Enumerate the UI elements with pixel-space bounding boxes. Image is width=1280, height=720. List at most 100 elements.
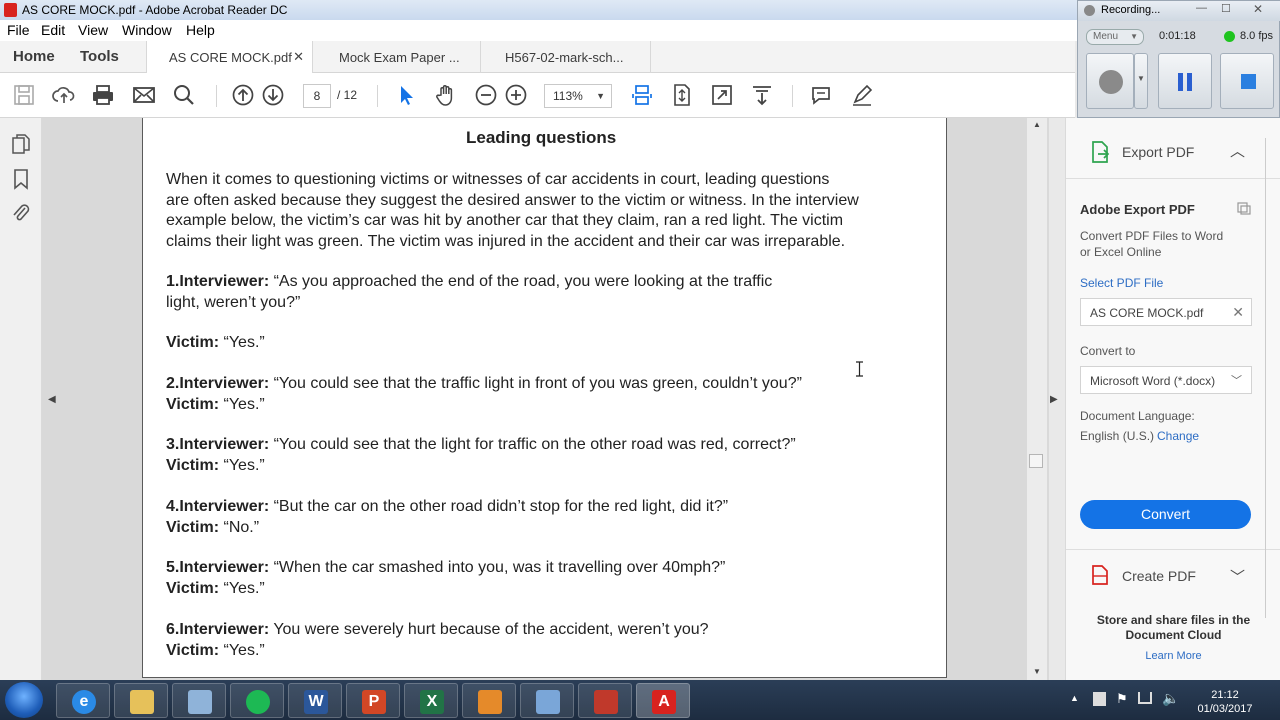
full-screen-icon[interactable]: [710, 83, 734, 107]
nav-tools[interactable]: Tools: [80, 48, 119, 65]
close-icon[interactable]: ✕: [1253, 2, 1263, 16]
tab-mock-exam-paper[interactable]: Mock Exam Paper ...: [313, 41, 481, 73]
minimize-icon[interactable]: —: [1196, 2, 1207, 14]
zoom-level-select[interactable]: 113% ▼: [544, 84, 612, 108]
close-icon[interactable]: ✕: [293, 49, 304, 65]
stop-icon: [1241, 74, 1256, 89]
menu-edit[interactable]: Edit: [41, 22, 65, 38]
volume-icon[interactable]: 🔈: [1162, 690, 1179, 707]
right-tools-pane: Export PDF ︿ Adobe Export PDF Convert PD…: [1065, 118, 1280, 680]
page-thumbnails-icon[interactable]: [11, 133, 31, 155]
taskbar-acrobat[interactable]: A: [636, 683, 690, 718]
close-icon[interactable]: ✕: [1232, 304, 1244, 321]
hand-tool-icon[interactable]: [434, 83, 458, 107]
next-page-icon[interactable]: [261, 83, 285, 107]
start-button[interactable]: [5, 682, 43, 718]
right-pane-scrollbar[interactable]: [1265, 138, 1277, 618]
menu-help[interactable]: Help: [186, 22, 215, 38]
record-options-button[interactable]: ▼: [1134, 53, 1148, 109]
toolbar-divider: [216, 85, 217, 107]
scroll-up-icon[interactable]: ▲: [1033, 120, 1041, 129]
taskbar-calculator[interactable]: [172, 683, 226, 718]
show-hidden-icons-icon[interactable]: ▲: [1070, 693, 1079, 703]
learn-more-link[interactable]: Learn More: [1066, 650, 1280, 662]
zoom-out-icon[interactable]: [474, 83, 498, 107]
intro-line: claims their light was green. The victim…: [166, 232, 846, 250]
divider: [1066, 549, 1280, 550]
upload-cloud-icon[interactable]: [52, 83, 76, 107]
convert-button[interactable]: Convert: [1080, 500, 1251, 529]
chevron-up-icon[interactable]: ︿: [1230, 140, 1245, 161]
document-language-value: English (U.S.): [1080, 429, 1155, 443]
chevron-down-icon: ▼: [596, 91, 605, 101]
recorder-title: Recording...: [1101, 4, 1161, 16]
email-icon[interactable]: [132, 83, 156, 107]
page-total: / 12: [337, 88, 358, 102]
taskbar-excel[interactable]: X: [404, 683, 458, 718]
app-icon: [478, 690, 502, 714]
tab-as-core-mock[interactable]: AS CORE MOCK.pdf ✕: [146, 41, 313, 73]
text-cursor-icon: [856, 361, 863, 377]
taskbar-app[interactable]: [520, 683, 574, 718]
pause-button[interactable]: [1158, 53, 1212, 109]
scroll-mode-icon[interactable]: [630, 83, 654, 107]
clock-time: 21:12: [1211, 689, 1239, 701]
taskbar-app[interactable]: [578, 683, 632, 718]
create-pdf-title[interactable]: Create PDF: [1122, 568, 1196, 584]
excel-icon: X: [420, 690, 444, 714]
question-text: “You could see that the light for traffi…: [269, 436, 796, 453]
menu-file[interactable]: File: [7, 22, 30, 38]
maximize-icon[interactable]: ☐: [1221, 2, 1231, 15]
format-select[interactable]: Microsoft Word (*.docx) ﹀: [1080, 366, 1252, 394]
print-icon[interactable]: [91, 83, 115, 107]
search-icon[interactable]: [172, 83, 196, 107]
stop-button[interactable]: [1220, 53, 1274, 109]
tray-app-icon[interactable]: [1093, 692, 1106, 706]
chevron-down-icon: ﹀: [1231, 375, 1242, 387]
highlight-pen-icon[interactable]: [850, 83, 874, 107]
pause-icon: [1187, 73, 1192, 91]
export-pdf-title[interactable]: Export PDF: [1122, 144, 1194, 160]
comment-icon[interactable]: [809, 83, 833, 107]
expand-right-pane-icon[interactable]: ▶: [1050, 394, 1058, 405]
tab-bar: Home Tools AS CORE MOCK.pdf ✕ Mock Exam …: [0, 41, 1075, 73]
taskbar-app[interactable]: [462, 683, 516, 718]
scrollbar-thumb[interactable]: [1029, 454, 1043, 468]
question-text: “When the car smashed into you, was it t…: [269, 559, 726, 576]
scroll-down-icon[interactable]: ▼: [1033, 667, 1041, 676]
vertical-scrollbar[interactable]: ▲ ▼: [1027, 118, 1047, 680]
tab-h567-mark-scheme[interactable]: H567-02-mark-sch...: [481, 41, 651, 73]
save-icon[interactable]: [12, 83, 36, 107]
selected-file-field[interactable]: AS CORE MOCK.pdf ✕: [1080, 298, 1252, 326]
collapse-left-pane-icon[interactable]: ◀: [48, 394, 56, 405]
change-language-link[interactable]: Change: [1157, 429, 1199, 443]
taskbar-spotify[interactable]: [230, 683, 284, 718]
taskbar-powerpoint[interactable]: P: [346, 683, 400, 718]
settings-icon[interactable]: [1236, 200, 1252, 216]
chevron-down-icon[interactable]: ﹀: [1230, 566, 1245, 587]
recorder-menu-button[interactable]: Menu ▼: [1086, 29, 1144, 45]
clock-date: 01/03/2017: [1197, 703, 1253, 715]
fit-page-icon[interactable]: [670, 83, 694, 107]
attachment-icon[interactable]: [11, 202, 31, 224]
taskbar-clock[interactable]: 21:12 01/03/2017: [1185, 688, 1265, 716]
network-icon[interactable]: [1138, 692, 1152, 704]
answer-text: “No.”: [219, 518, 260, 536]
zoom-in-icon[interactable]: [504, 83, 528, 107]
menu-view[interactable]: View: [78, 22, 108, 38]
intro-line: When it comes to questioning victims or …: [166, 171, 830, 188]
bookmark-icon[interactable]: [11, 168, 31, 190]
select-pdf-file-link[interactable]: Select PDF File: [1080, 276, 1163, 290]
select-cursor-icon[interactable]: [394, 83, 418, 107]
flag-icon[interactable]: ⚑: [1116, 691, 1128, 707]
previous-page-icon[interactable]: [231, 83, 255, 107]
taskbar-internet-explorer[interactable]: e: [56, 683, 110, 718]
taskbar-word[interactable]: W: [288, 683, 342, 718]
menu-window[interactable]: Window: [122, 22, 172, 38]
nav-home[interactable]: Home: [13, 48, 55, 65]
taskbar-file-explorer[interactable]: [114, 683, 168, 718]
record-icon: [1099, 70, 1123, 94]
page-number-input[interactable]: 8: [303, 84, 331, 108]
read-mode-icon[interactable]: [750, 83, 774, 107]
record-button[interactable]: [1086, 53, 1134, 109]
